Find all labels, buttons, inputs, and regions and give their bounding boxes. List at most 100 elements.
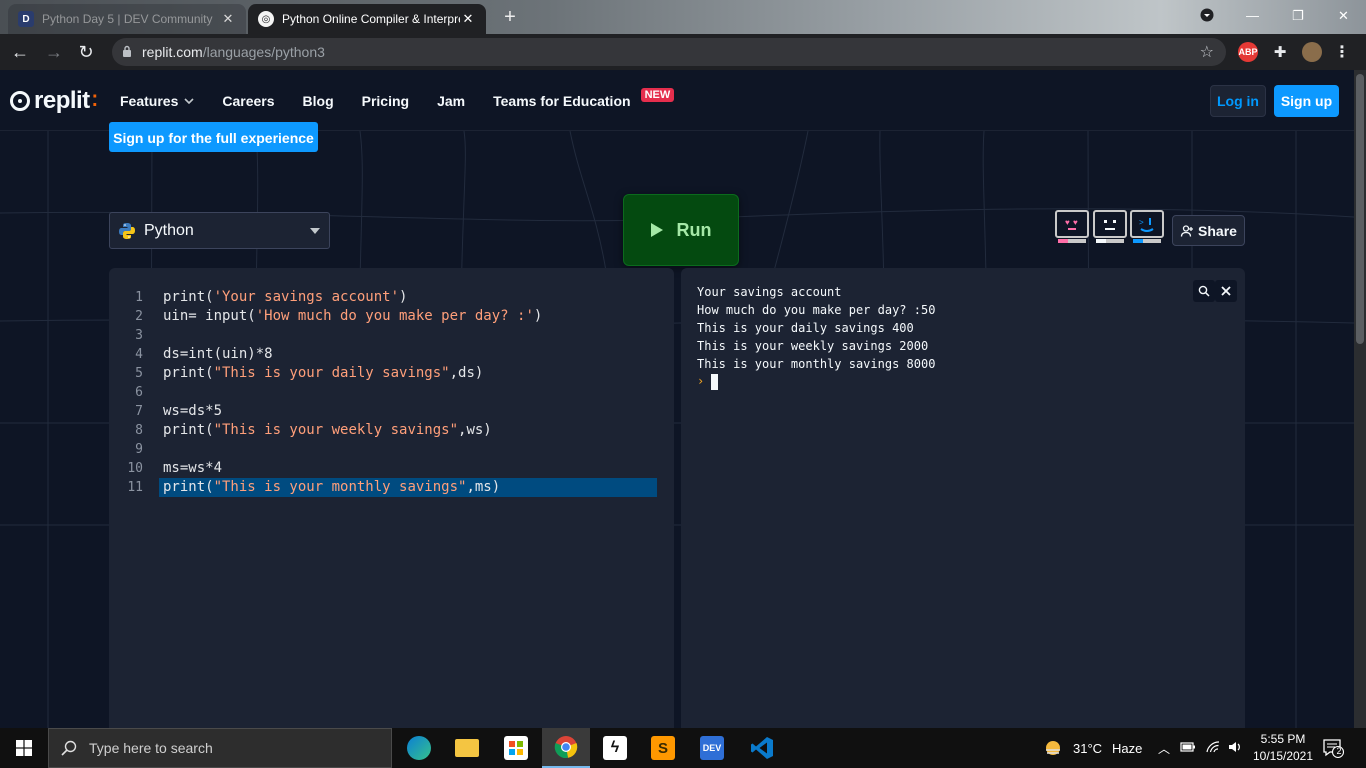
- replit-favicon-icon: ◎: [258, 11, 274, 27]
- code-line-8[interactable]: print("This is your weekly savings",ws): [159, 421, 657, 440]
- taskbar-file-explorer[interactable]: [443, 728, 491, 768]
- browser-menu-icon[interactable]: ⋮: [1332, 42, 1352, 62]
- avatar-heart-eyes-icon: ♥ ♥: [1055, 210, 1089, 243]
- system-tray: ︿: [1158, 728, 1244, 768]
- add-person-icon: [1180, 224, 1194, 237]
- language-select[interactable]: Python: [109, 212, 330, 249]
- lock-icon: [122, 45, 132, 60]
- dev-favicon-icon: D: [18, 11, 34, 27]
- window-close-icon[interactable]: ✕: [1338, 8, 1349, 24]
- nav-features[interactable]: Features: [120, 93, 194, 109]
- weather-description: Haze: [1112, 740, 1143, 756]
- search-placeholder: Type here to search: [89, 740, 213, 756]
- share-button[interactable]: Share: [1172, 215, 1245, 246]
- taskbar-store[interactable]: [492, 728, 540, 768]
- extensions-puzzle-icon[interactable]: ✚: [1270, 42, 1290, 62]
- reload-icon[interactable]: ↻: [74, 40, 98, 64]
- code-line-3[interactable]: [159, 326, 657, 345]
- page-scrollbar-thumb[interactable]: [1356, 74, 1364, 344]
- line-number: 8: [135, 423, 143, 438]
- code-line-4[interactable]: ds=int(uin)*8: [159, 345, 657, 364]
- code-line-7[interactable]: ws=ds*5: [159, 402, 657, 421]
- windows-start-button[interactable]: [0, 728, 48, 768]
- bookmark-star-icon[interactable]: ☆: [1200, 42, 1214, 62]
- chevron-down-icon: [184, 96, 194, 106]
- weather-widget[interactable]: 31°C Haze: [1043, 728, 1142, 768]
- selected-language: Python: [144, 221, 194, 239]
- replit-logo[interactable]: replit ⁚: [10, 87, 98, 115]
- run-button[interactable]: Run: [623, 194, 739, 266]
- console-clear-button[interactable]: [1215, 280, 1237, 302]
- browser-tab-replit[interactable]: ◎ Python Online Compiler & Interpreter ✕: [248, 4, 486, 34]
- nav-careers[interactable]: Careers: [222, 93, 274, 109]
- profile-avatar[interactable]: [1302, 42, 1322, 62]
- taskbar-search-box[interactable]: Type here to search: [48, 728, 392, 768]
- signup-button[interactable]: Sign up: [1274, 85, 1339, 117]
- line-number: 5: [135, 366, 143, 381]
- taskbar-zap-app[interactable]: ϟ: [591, 728, 639, 768]
- taskbar-vscode[interactable]: [738, 728, 786, 768]
- signup-full-experience-button[interactable]: Sign up for the full experience: [109, 122, 318, 152]
- edge-icon: [407, 736, 431, 760]
- browser-tabstrip: D Python Day 5 | DEV Community ✕ ◎ Pytho…: [0, 0, 1366, 34]
- share-label: Share: [1198, 222, 1237, 239]
- console-line: This is your daily savings 400: [697, 321, 914, 335]
- close-icon[interactable]: ✕: [220, 11, 236, 27]
- code-line-6[interactable]: [159, 383, 657, 402]
- restore-icon[interactable]: ❐: [1292, 8, 1304, 24]
- login-button[interactable]: Log in: [1210, 85, 1266, 117]
- clock-date: 10/15/2021: [1252, 749, 1314, 763]
- chevron-up-icon[interactable]: ︿: [1158, 740, 1170, 757]
- notification-count: 2: [1336, 746, 1342, 756]
- taskbar-sublime-text[interactable]: S: [639, 728, 687, 768]
- code-line-1[interactable]: print('Your savings account'): [159, 288, 657, 307]
- console-search-button[interactable]: [1193, 280, 1215, 302]
- line-number: 3: [135, 328, 143, 343]
- clock-time: 5:55 PM: [1260, 732, 1306, 746]
- taskbar-chrome[interactable]: [542, 728, 590, 768]
- new-tab-plus-icon[interactable]: +: [498, 6, 522, 30]
- nav-label: Careers: [222, 92, 275, 109]
- adblock-plus-icon[interactable]: ABP: [1238, 42, 1258, 62]
- battery-icon[interactable]: [1180, 741, 1196, 756]
- console-output[interactable]: Your savings account How much do you mak…: [681, 268, 1245, 728]
- code-line: 9: [109, 440, 674, 459]
- profile-menu-icon[interactable]: [1200, 8, 1214, 25]
- avatar-neutral-face-icon: [1093, 210, 1127, 243]
- notification-center-button[interactable]: 2: [1322, 738, 1345, 759]
- nav-pricing[interactable]: Pricing: [362, 93, 409, 109]
- code-line-2[interactable]: uin= input('How much do you make per day…: [159, 307, 657, 326]
- nav-jam[interactable]: Jam: [437, 93, 465, 109]
- code-line-9[interactable]: [159, 440, 657, 459]
- code-line-5[interactable]: print("This is your daily savings",ds): [159, 364, 657, 383]
- wifi-icon[interactable]: [1206, 740, 1220, 756]
- forward-arrow-icon[interactable]: →: [42, 40, 66, 64]
- browser-tab-dev-community[interactable]: D Python Day 5 | DEV Community ✕: [8, 4, 246, 34]
- console-cursor[interactable]: [711, 374, 718, 390]
- nav-teams-for-education[interactable]: Teams for Education NEW: [493, 87, 675, 109]
- code-line: 4 ds=int(uin)*8: [109, 345, 674, 364]
- system-clock[interactable]: 5:55 PM 10/15/2021: [1252, 731, 1314, 765]
- code-line-11-selected[interactable]: print("This is your monthly savings",ms): [159, 478, 657, 497]
- vscode-icon: [751, 737, 773, 759]
- nav-label: Pricing: [361, 92, 410, 109]
- volume-icon[interactable]: [1228, 741, 1244, 756]
- taskbar-edge[interactable]: [395, 728, 443, 768]
- code-line: 1 print('Your savings account'): [109, 288, 674, 307]
- code-line: 3: [109, 326, 674, 345]
- close-icon[interactable]: ✕: [460, 11, 476, 27]
- folder-icon: [455, 739, 479, 757]
- url-path: /languages/python3: [202, 44, 325, 60]
- taskbar-dev-app[interactable]: DEV: [688, 728, 736, 768]
- address-bar[interactable]: replit.com/languages/python3 ☆: [112, 38, 1226, 66]
- avatar-terminal-face-icon: >: [1130, 210, 1164, 243]
- code-editor[interactable]: 1 print('Your savings account') 2 uin= inp…: [109, 268, 674, 728]
- nav-label: Blog: [302, 92, 334, 109]
- tab-label: Python Day 5 | DEV Community: [42, 12, 213, 26]
- code-line-10[interactable]: ms=ws*4: [159, 459, 657, 478]
- logo-dots-icon: ⁚: [91, 93, 98, 110]
- back-arrow-icon[interactable]: ←: [8, 40, 32, 64]
- nav-blog[interactable]: Blog: [303, 93, 334, 109]
- replit-logo-icon: [10, 91, 30, 111]
- minimize-icon[interactable]: —: [1246, 8, 1259, 23]
